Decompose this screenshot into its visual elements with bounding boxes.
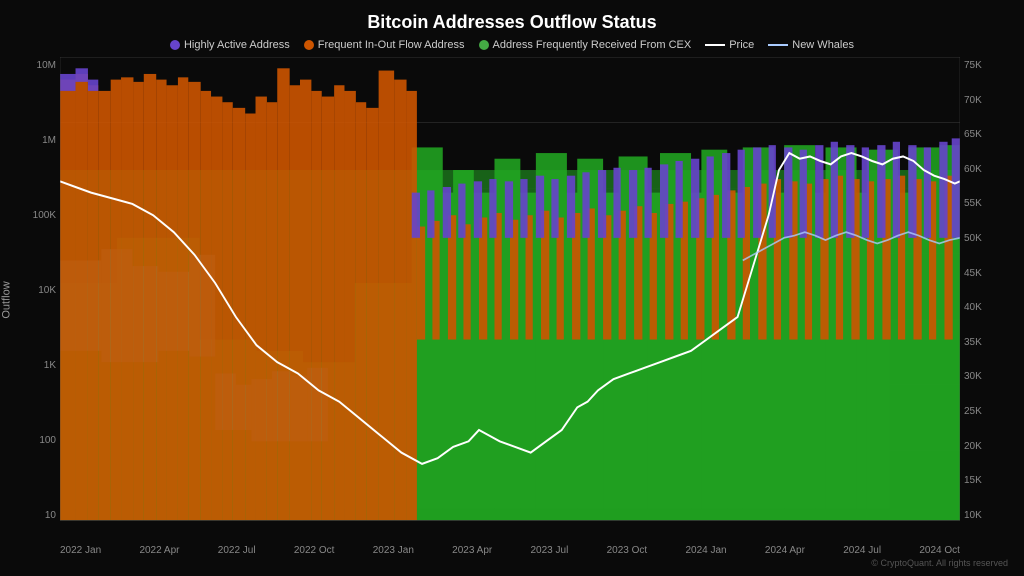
copyright: © CryptoQuant. All rights reserved xyxy=(16,558,1008,568)
y-axis-left-label: Outflow xyxy=(1,281,13,318)
y-tick-10k: 10K xyxy=(38,286,56,296)
y-right-tick-15k: 15K xyxy=(964,476,982,486)
y-tick-10: 10 xyxy=(45,511,56,521)
legend-item-frequent: Frequent In-Out Flow Address xyxy=(304,39,465,51)
y-right-tick-50k: 50K xyxy=(964,234,982,244)
chart-area: Outflow 10M 1M 100K 10K 1K 100 10 xyxy=(16,57,1008,543)
legend-label-frequent: Frequent In-Out Flow Address xyxy=(318,39,465,51)
y-tick-100k: 100K xyxy=(33,211,56,221)
y-axis-right: 75K 70K 65K 60K 55K 50K 45K 40K 35K 30K … xyxy=(960,57,1008,543)
y-right-tick-20k: 20K xyxy=(964,442,982,452)
x-tick-2022jan: 2022 Jan xyxy=(60,545,101,556)
x-tick-2024apr: 2024 Apr xyxy=(765,545,805,556)
chart-container: Bitcoin Addresses Outflow Status Highly … xyxy=(0,0,1024,576)
y-right-tick-40k: 40K xyxy=(964,303,982,313)
plot-area xyxy=(60,57,960,543)
legend: Highly Active Address Frequent In-Out Fl… xyxy=(16,39,1008,51)
y-right-tick-30k: 30K xyxy=(964,372,982,382)
x-tick-2024oct: 2024 Oct xyxy=(919,545,960,556)
y-right-tick-10k: 10K xyxy=(964,511,982,521)
y-right-tick-70k: 70K xyxy=(964,96,982,106)
y-tick-1k: 1K xyxy=(44,361,56,371)
x-tick-2024jan: 2024 Jan xyxy=(685,545,726,556)
y-right-tick-55k: 55K xyxy=(964,199,982,209)
legend-item-price: Price xyxy=(705,39,754,51)
y-right-tick-65k: 65K xyxy=(964,130,982,140)
x-tick-2023oct: 2023 Oct xyxy=(607,545,648,556)
legend-label-whales: New Whales xyxy=(792,39,854,51)
x-tick-2023apr: 2023 Apr xyxy=(452,545,492,556)
legend-item-whales: New Whales xyxy=(768,39,854,51)
legend-dot-cex xyxy=(479,40,489,50)
x-tick-2023jul: 2023 Jul xyxy=(531,545,569,556)
legend-label-highly-active: Highly Active Address xyxy=(184,39,290,51)
y-tick-100: 100 xyxy=(39,436,56,446)
y-axis-left: Outflow 10M 1M 100K 10K 1K 100 10 xyxy=(16,57,60,543)
y-tick-1m: 1M xyxy=(42,136,56,146)
legend-line-whales xyxy=(768,44,788,46)
y-right-tick-45k: 45K xyxy=(964,269,982,279)
legend-dot-highly-active xyxy=(170,40,180,50)
x-tick-2022oct: 2022 Oct xyxy=(294,545,335,556)
y-right-tick-60k: 60K xyxy=(964,165,982,175)
legend-item-highly-active: Highly Active Address xyxy=(170,39,290,51)
legend-dot-frequent xyxy=(304,40,314,50)
y-right-tick-25k: 25K xyxy=(964,407,982,417)
legend-label-cex: Address Frequently Received From CEX xyxy=(493,39,692,51)
x-tick-2022jul: 2022 Jul xyxy=(218,545,256,556)
x-tick-2024jul: 2024 Jul xyxy=(843,545,881,556)
y-right-tick-75k: 75K xyxy=(964,61,982,71)
y-right-tick-35k: 35K xyxy=(964,338,982,348)
chart-svg xyxy=(60,57,960,543)
chart-title: Bitcoin Addresses Outflow Status xyxy=(16,12,1008,33)
legend-line-price xyxy=(705,44,725,46)
legend-label-price: Price xyxy=(729,39,754,51)
y-tick-10m: 10M xyxy=(37,61,56,71)
x-tick-2022apr: 2022 Apr xyxy=(139,545,179,556)
x-tick-2023jan: 2023 Jan xyxy=(373,545,414,556)
x-axis: 2022 Jan 2022 Apr 2022 Jul 2022 Oct 2023… xyxy=(16,543,1008,556)
legend-item-cex: Address Frequently Received From CEX xyxy=(479,39,692,51)
